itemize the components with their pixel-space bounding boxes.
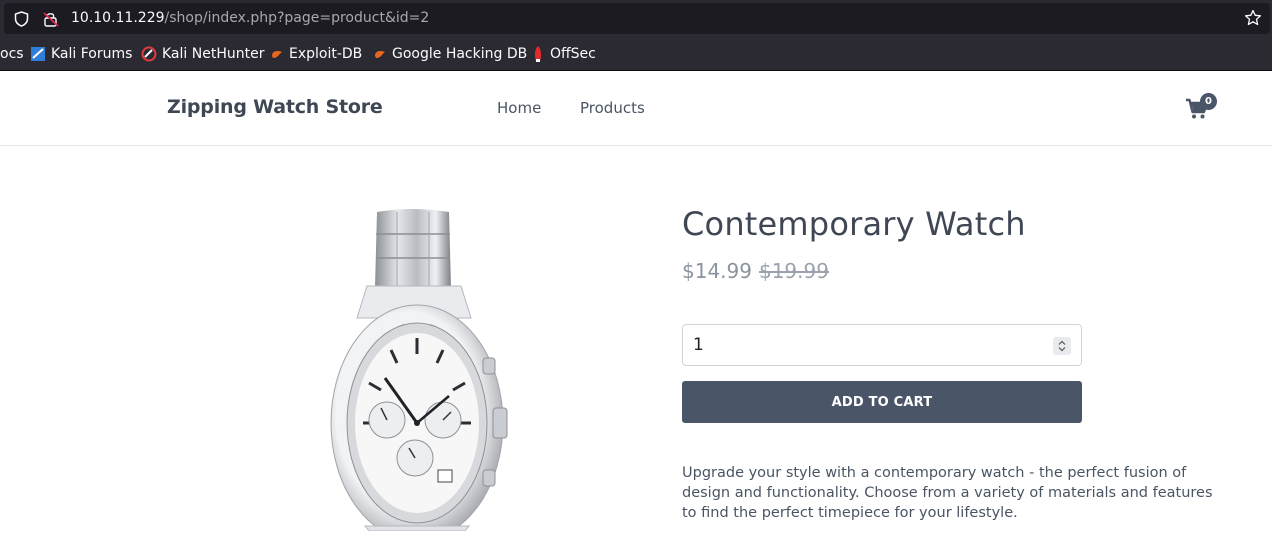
add-to-cart-button[interactable]: ADD TO CART — [682, 381, 1082, 423]
url-path: /shop/index.php?page=product&id=2 — [164, 10, 430, 26]
nav-home[interactable]: Home — [497, 99, 541, 117]
browser-toolbar: 10.10.11.229/shop/index.php?page=product… — [0, 0, 1272, 38]
bookmarks-toolbar: ocs Kali Forums Kali NetHunter Exploit-D… — [0, 38, 1272, 71]
address-bar[interactable]: 10.10.11.229/shop/index.php?page=product… — [4, 3, 1270, 34]
insecure-lock-icon[interactable] — [42, 10, 60, 32]
site-header: Zipping Watch Store Home Products 0 — [0, 71, 1272, 146]
spinner-arrows-icon — [1058, 340, 1066, 352]
current-price: $14.99 — [682, 259, 752, 283]
bookmark-exploit-db[interactable]: Exploit-DB — [270, 45, 362, 63]
exploit-db-icon — [272, 51, 282, 58]
original-price: $19.99 — [758, 259, 829, 283]
quantity-input[interactable]: 1 — [682, 324, 1082, 366]
url-host: 10.10.11.229 — [71, 10, 165, 26]
bookmark-star-icon[interactable] — [1244, 9, 1262, 31]
offsec-icon — [534, 46, 542, 62]
nav-products[interactable]: Products — [580, 99, 645, 117]
bookmark-label: OffSec — [550, 46, 596, 62]
bookmark-google-hacking-db[interactable]: Google Hacking DB — [373, 45, 527, 63]
quantity-value: 1 — [693, 335, 704, 355]
cart-button[interactable]: 0 — [1185, 93, 1221, 122]
bookmark-docs[interactable]: ocs — [0, 45, 24, 63]
bookmark-label: Google Hacking DB — [392, 46, 528, 62]
bookmark-label: ocs — [0, 46, 24, 62]
shield-icon[interactable] — [14, 11, 29, 31]
product-price: $14.99 $19.99 — [682, 259, 829, 283]
bookmark-label: Kali Forums — [51, 46, 133, 62]
cart-count-badge: 0 — [1200, 93, 1217, 110]
bookmark-label: Kali NetHunter — [162, 46, 265, 62]
bookmark-kali-nethunter[interactable]: Kali NetHunter — [141, 45, 264, 63]
kali-forums-icon — [31, 47, 45, 61]
url-text[interactable]: 10.10.11.229/shop/index.php?page=product… — [71, 9, 429, 27]
google-hacking-db-icon — [375, 51, 385, 58]
product-description: Upgrade your style with a contemporary w… — [682, 465, 1213, 521]
store-brand[interactable]: Zipping Watch Store — [167, 96, 383, 118]
bookmark-offsec[interactable]: OffSec — [531, 45, 596, 63]
product-title: Contemporary Watch — [682, 205, 1026, 243]
quantity-stepper[interactable] — [1053, 337, 1071, 355]
product-image — [325, 208, 515, 535]
bookmark-kali-forums[interactable]: Kali Forums — [30, 45, 132, 63]
kali-nethunter-icon — [141, 46, 157, 62]
bookmark-label: Exploit-DB — [289, 46, 363, 62]
